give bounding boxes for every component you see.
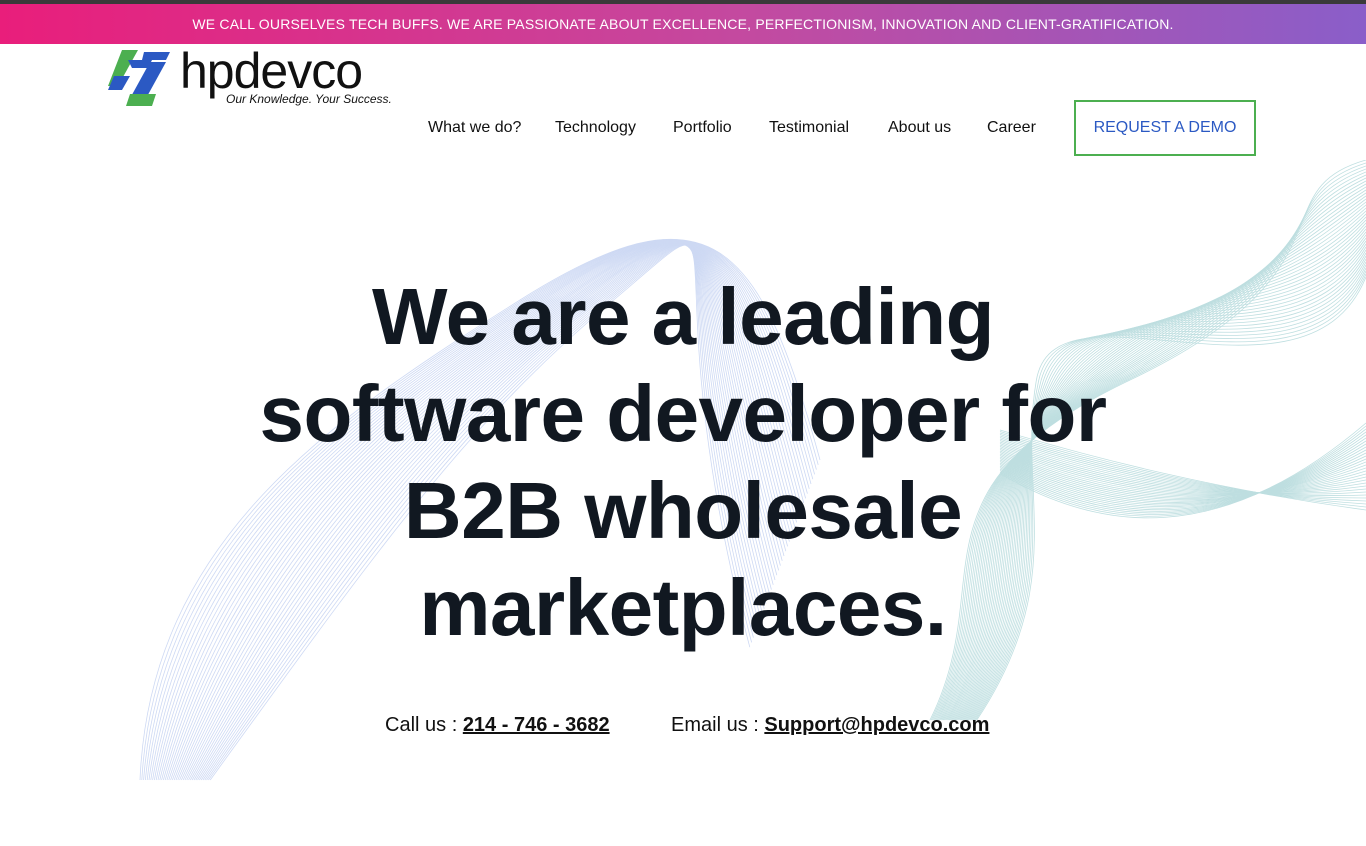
nav-item-career[interactable]: Career <box>987 119 1036 137</box>
email-label: Email us : <box>671 714 765 736</box>
announcement-text: WE CALL OURSELVES TECH BUFFS. WE ARE PAS… <box>192 16 1174 32</box>
logo-tagline: Our Knowledge. Your Success. <box>226 92 392 106</box>
nav-item-about-us[interactable]: About us <box>888 119 951 137</box>
logo-mark-icon <box>108 50 170 106</box>
email-link[interactable]: Support@hpdevco.com <box>764 714 989 736</box>
phone-link[interactable]: 214 - 746 - 3682 <box>463 714 610 736</box>
call-label: Call us : <box>385 714 463 736</box>
hero-line-1: We are a leading <box>372 272 994 361</box>
announcement-bar: WE CALL OURSELVES TECH BUFFS. WE ARE PAS… <box>0 4 1366 44</box>
nav-item-testimonial[interactable]: Testimonial <box>769 119 849 137</box>
logo[interactable]: hpdevco Our Knowledge. Your Success. <box>108 46 398 114</box>
email-us: Email us : Support@hpdevco.com <box>671 714 989 737</box>
nav-item-what-we-do[interactable]: What we do? <box>428 119 521 137</box>
nav-item-portfolio[interactable]: Portfolio <box>673 119 732 137</box>
hero-line-4: marketplaces. <box>419 563 947 652</box>
hero-line-3: B2B wholesale <box>403 466 963 555</box>
request-demo-button[interactable]: REQUEST A DEMO <box>1074 100 1256 156</box>
nav-item-technology[interactable]: Technology <box>555 119 636 137</box>
logo-wordmark: hpdevco <box>180 43 363 99</box>
hero-heading: We are a leading software developer for … <box>183 268 1183 656</box>
hero-line-2: software developer for <box>259 369 1107 458</box>
call-us: Call us : 214 - 746 - 3682 <box>385 714 610 737</box>
